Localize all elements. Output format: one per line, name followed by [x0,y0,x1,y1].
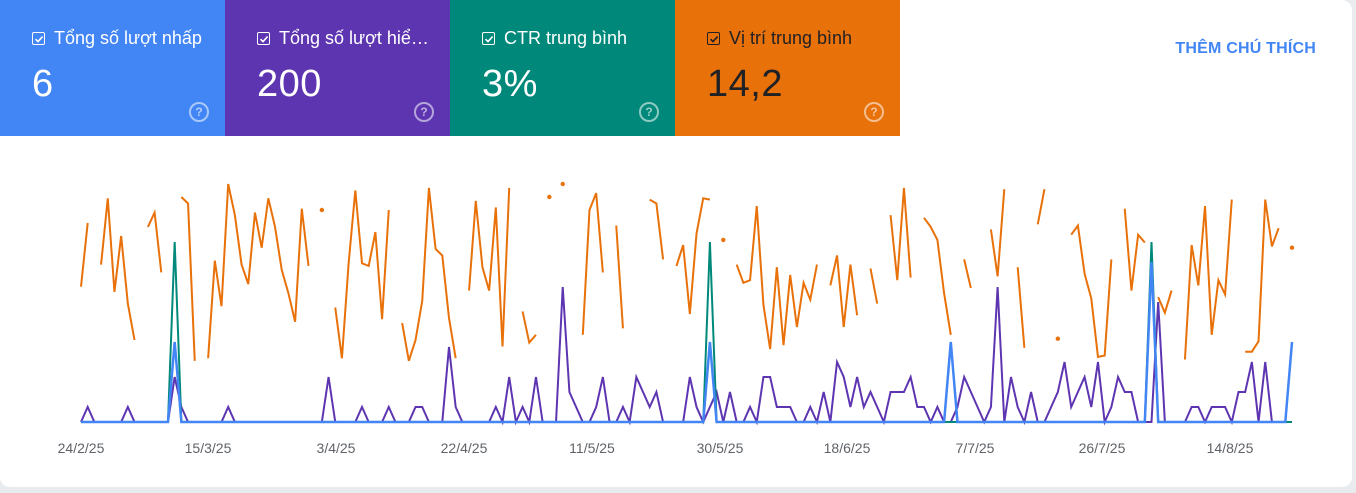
position-line-segment [1157,290,1173,316]
metric-label: Tổng số lượt hiể… [279,28,429,48]
position-line-segment [468,187,511,347]
metric-label: Vị trí trung bình [729,28,853,48]
position-line-segment [923,217,952,335]
performance-card: Tổng số lượt nhấp 6 ? Tổng số lượt hiể… … [0,0,1352,487]
position-point [1289,245,1295,250]
position-point [1055,336,1061,341]
metric-value: 6 [32,63,54,105]
position-line-segment [100,198,136,341]
help-icon[interactable]: ? [189,102,209,122]
position-point [319,207,325,213]
position-line-segment [1245,199,1280,353]
position-line-segment [207,183,310,359]
position-line-segment [1016,267,1026,348]
position-point [547,194,552,200]
position-line-segment [147,208,163,273]
checkbox-checked-icon[interactable] [482,32,495,45]
position-line-segment [735,206,818,350]
metric-value: 3% [482,63,538,105]
checkbox-checked-icon[interactable] [32,32,45,45]
x-tick-label: 18/6/25 [824,440,871,456]
position-line-segment [80,222,89,287]
position-line-segment [401,187,457,362]
x-tick-label: 11/5/25 [569,440,615,456]
checkbox-checked-icon[interactable] [707,32,720,45]
position-line-segment [675,197,711,315]
position-point [721,237,726,243]
x-tick-label: 30/5/25 [697,440,744,456]
position-point [560,181,565,187]
position-line-segment [1036,189,1046,225]
metric-label: CTR trung bình [504,28,628,48]
x-tick-label: 15/3/25 [185,440,232,456]
metric-tiles: Tổng số lượt nhấp 6 ? Tổng số lượt hiể… … [0,0,900,136]
position-line-segment [180,196,196,361]
metric-tile-ctr[interactable]: CTR trung bình 3% ? [450,0,675,136]
metric-value: 200 [257,63,322,105]
x-tick-label: 26/7/25 [1079,440,1126,456]
position-line-segment [615,225,624,329]
x-tick-label: 14/8/25 [1207,440,1254,456]
position-line-segment [521,311,537,345]
x-tick-label: 22/4/25 [441,440,488,456]
metric-value: 14,2 [707,63,783,105]
help-icon[interactable]: ? [414,102,434,122]
x-tick-label: 7/7/25 [956,440,995,456]
impressions-line [80,286,1292,426]
position-line-segment [889,187,912,281]
metric-label: Tổng số lượt nhấp [54,28,202,48]
position-line-segment [963,259,972,289]
position-line-segment [1183,199,1233,360]
position-line-segment [869,268,879,304]
metric-tile-clicks[interactable]: Tổng số lượt nhấp 6 ? [0,0,225,136]
add-annotation-button[interactable]: THÊM CHÚ THÍCH [1175,40,1316,58]
metric-tile-impressions[interactable]: Tổng số lượt hiể… 200 ? [225,0,450,136]
position-line-segment [334,190,390,359]
position-line-segment [1123,208,1146,291]
position-line-segment [989,189,1006,277]
help-icon[interactable]: ? [639,102,659,122]
checkbox-checked-icon[interactable] [257,32,270,45]
position-line-segment [649,198,665,260]
performance-chart: 24/2/25 15/3/25 3/4/25 22/4/25 11/5/25 30/5/2… [58,181,1295,456]
position-line-segment [581,192,604,335]
x-tick-label: 24/2/25 [58,440,105,456]
x-tick-label: 3/4/25 [317,440,356,456]
position-line-segment [1070,223,1113,359]
position-line-segment [829,255,859,328]
metric-tile-position[interactable]: Vị trí trung bình 14,2 ? [675,0,900,136]
help-icon[interactable]: ? [864,102,884,122]
